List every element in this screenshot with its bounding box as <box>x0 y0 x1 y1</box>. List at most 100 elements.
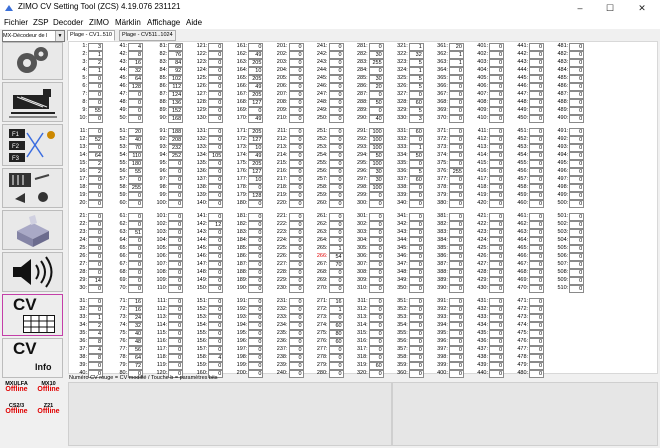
cv-value-field[interactable]: 0 <box>208 159 224 168</box>
cv-value-field[interactable]: 0 <box>408 252 424 261</box>
cv-value-field[interactable]: 0 <box>168 167 184 176</box>
cv-value-field[interactable]: 0 <box>529 221 545 229</box>
cv-value-field[interactable]: 0 <box>328 51 344 59</box>
cv-value-field[interactable]: 0 <box>408 321 424 330</box>
cv-value-field[interactable]: 0 <box>208 236 224 245</box>
cv-value-field[interactable]: 0 <box>368 260 384 269</box>
cv-value-field[interactable]: 0 <box>448 90 464 99</box>
maximize-button[interactable]: ☐ <box>596 0 624 17</box>
cv-value-field[interactable]: 0 <box>448 260 464 269</box>
cv-value-field[interactable]: 0 <box>368 345 384 354</box>
cv-value-field[interactable]: 0 <box>448 221 464 229</box>
cv-value-field[interactable]: 0 <box>328 136 344 144</box>
cv-value-field[interactable]: 0 <box>408 314 424 322</box>
cv-value-field[interactable]: 0 <box>368 244 384 253</box>
cv-value-field[interactable]: 0 <box>328 43 344 51</box>
cv-value-field[interactable]: 0 <box>288 337 304 346</box>
cv-value-field[interactable]: 0 <box>489 229 504 237</box>
cv-value-field[interactable]: 0 <box>569 51 585 59</box>
cv-value-field[interactable]: 128 <box>248 191 264 200</box>
cv-value-field[interactable]: 0 <box>88 191 103 200</box>
cv-value-field[interactable]: 0 <box>168 276 184 285</box>
cv-value-field[interactable]: 16 <box>128 298 144 306</box>
cv-value-field[interactable]: 0 <box>208 183 224 192</box>
cv-value-field[interactable]: 0 <box>408 191 424 200</box>
cv-value-field[interactable]: 0 <box>408 276 424 285</box>
cv-value-field[interactable]: 100 <box>368 183 384 192</box>
cv-value-field[interactable]: 4 <box>208 353 224 362</box>
cv-value-field[interactable]: 0 <box>489 59 504 67</box>
cv-value-field[interactable]: 208 <box>168 136 184 144</box>
cv-value-field[interactable]: 0 <box>368 306 384 314</box>
cv-value-field[interactable]: 127 <box>248 98 264 107</box>
cv-value-field[interactable]: 0 <box>288 66 304 75</box>
tab-cv1-510[interactable]: Plage - CV1..510 <box>67 30 115 41</box>
cv-value-field[interactable]: 40 <box>368 114 384 123</box>
cv-value-field[interactable]: 0 <box>328 369 344 378</box>
cv-value-field[interactable]: 49 <box>248 114 264 123</box>
cv-value-field[interactable]: 0 <box>408 199 424 208</box>
cv-value-field[interactable]: 0 <box>288 213 304 221</box>
cv-value-field[interactable]: 30 <box>368 175 384 184</box>
cv-value-field[interactable]: 51 <box>128 229 144 237</box>
cv-value-field[interactable]: 0 <box>529 306 545 314</box>
cv-value-field[interactable]: 205 <box>248 74 264 83</box>
cv-value-field[interactable]: 0 <box>368 229 384 237</box>
cv-value-field[interactable]: 0 <box>208 59 224 67</box>
cv-value-field[interactable]: 0 <box>208 329 224 338</box>
cv-value-field[interactable]: 0 <box>128 252 144 261</box>
cv-value-field[interactable]: 0 <box>88 128 103 136</box>
cv-value-field[interactable]: 0 <box>208 298 224 306</box>
minimize-button[interactable]: – <box>566 0 594 17</box>
cv-value-field[interactable]: 0 <box>128 98 144 107</box>
cv-value-field[interactable]: 0 <box>328 144 344 152</box>
cv-value-field[interactable]: 0 <box>569 260 585 269</box>
cv-value-field[interactable]: 0 <box>489 90 504 99</box>
cv-value-field[interactable]: 0 <box>489 74 504 83</box>
cv-value-field[interactable]: 0 <box>88 284 103 293</box>
cv-value-field[interactable]: 0 <box>448 175 464 184</box>
cv-value-field[interactable]: 0 <box>408 229 424 237</box>
cv-value-field[interactable]: 84 <box>168 59 184 67</box>
cv-value-field[interactable]: 0 <box>328 90 344 99</box>
cv-value-field[interactable]: 0 <box>569 199 585 208</box>
cv-value-field[interactable]: 0 <box>208 128 224 136</box>
cv-value-field[interactable]: 0 <box>248 236 264 245</box>
cv-value-field[interactable]: 0 <box>408 244 424 253</box>
cv-value-field[interactable]: 0 <box>208 268 224 277</box>
cv-value-field[interactable]: 64 <box>128 353 144 362</box>
cv-value-field[interactable]: 0 <box>529 43 545 51</box>
cv-value-field[interactable]: 205 <box>248 128 264 136</box>
cv-value-field[interactable]: 5 <box>408 74 424 83</box>
cv-value-field[interactable]: 0 <box>288 329 304 338</box>
cv-value-field[interactable]: 0 <box>328 74 344 83</box>
cv-value-field[interactable]: 80 <box>328 329 344 338</box>
cv-value-field[interactable]: 49 <box>248 51 264 59</box>
menu-marklin[interactable]: Märklin <box>115 18 141 27</box>
cv-value-field[interactable]: 0 <box>489 236 504 245</box>
cv-value-field[interactable]: 0 <box>489 369 504 378</box>
cv-value-field[interactable]: 0 <box>168 321 184 330</box>
cv-value-field[interactable]: 0 <box>288 260 304 269</box>
cv-value-field[interactable]: 0 <box>489 106 504 115</box>
cv-value-field[interactable]: 0 <box>408 361 424 370</box>
cv-value-field[interactable]: 0 <box>128 175 144 184</box>
cv-value-field[interactable]: 0 <box>88 236 103 245</box>
cv-value-field[interactable]: 0 <box>128 276 144 285</box>
cv-value-field[interactable]: 0 <box>448 298 464 306</box>
cv-value-field[interactable]: 0 <box>408 221 424 229</box>
cv-value-field[interactable]: 0 <box>88 221 103 229</box>
cv-value-field[interactable]: 0 <box>569 106 585 115</box>
cv-value-field[interactable]: 0 <box>328 167 344 176</box>
cv-value-field[interactable]: 100 <box>368 144 384 152</box>
cv-value-field[interactable]: 0 <box>489 66 504 75</box>
cv-value-field[interactable]: 0 <box>168 244 184 253</box>
cv-value-field[interactable]: 0 <box>328 361 344 370</box>
cv-value-field[interactable]: 0 <box>288 175 304 184</box>
cv-value-field[interactable]: 0 <box>328 229 344 237</box>
cv-value-field[interactable]: 0 <box>489 244 504 253</box>
cv-value-field[interactable]: 0 <box>208 213 224 221</box>
cv-value-field[interactable]: 70 <box>328 260 344 269</box>
cv-value-field[interactable]: 0 <box>248 369 264 378</box>
cv-value-field[interactable]: 0 <box>448 244 464 253</box>
